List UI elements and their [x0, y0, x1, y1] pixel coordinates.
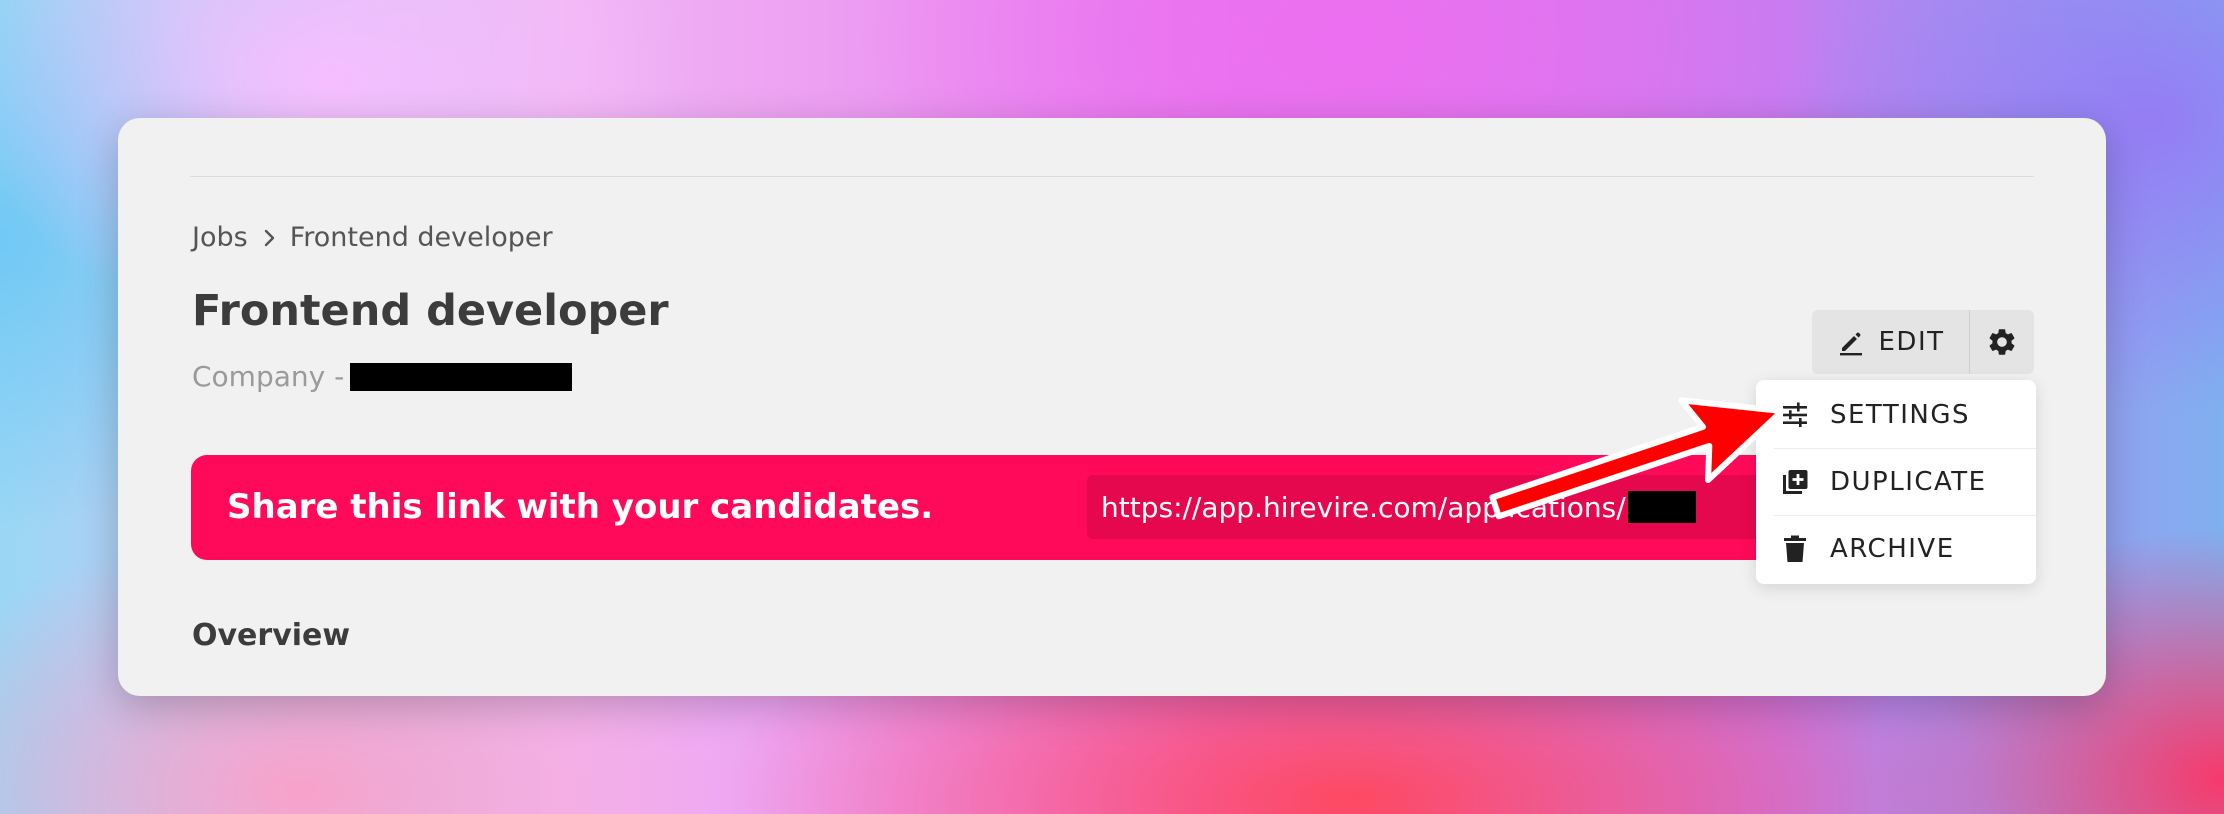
redacted-company-name — [350, 362, 573, 391]
top-divider — [190, 176, 2034, 177]
share-link-url: https://app.hirevire.com/applications/ — [1101, 490, 1626, 524]
menu-item-label: SETTINGS — [1830, 400, 1971, 430]
edit-button-label: EDIT — [1878, 327, 1945, 357]
sliders-icon — [1780, 400, 1810, 430]
chevron-right-icon — [264, 228, 276, 248]
company-line: Company - — [192, 360, 573, 393]
share-link-field[interactable]: https://app.hirevire.com/applications/ — [1087, 475, 1827, 539]
share-link-banner: Share this link with your candidates. ht… — [191, 455, 1911, 560]
breadcrumb-item-jobs[interactable]: Jobs — [192, 222, 248, 253]
menu-item-archive[interactable]: ARCHIVE — [1756, 516, 2036, 582]
settings-gear-button[interactable] — [1970, 310, 2034, 374]
duplicate-icon — [1780, 467, 1810, 497]
redacted-link-id — [1627, 491, 1696, 523]
job-detail-card: Jobs Frontend developer Frontend develop… — [118, 118, 2106, 696]
breadcrumb: Jobs Frontend developer — [192, 222, 553, 253]
company-label: Company - — [192, 360, 345, 393]
overview-heading: Overview — [192, 618, 351, 653]
trash-icon — [1780, 534, 1810, 564]
menu-item-label: ARCHIVE — [1830, 534, 1955, 564]
share-link-text: Share this link with your candidates. — [227, 487, 934, 527]
job-actions-group: EDIT — [1812, 310, 2034, 374]
page-title: Frontend developer — [192, 286, 669, 336]
menu-item-label: DUPLICATE — [1830, 467, 1987, 497]
breadcrumb-item-current: Frontend developer — [289, 222, 553, 253]
menu-item-settings[interactable]: SETTINGS — [1756, 382, 2036, 448]
pencil-icon — [1837, 328, 1865, 356]
job-actions-dropdown: SETTINGS DUPLICATE ARCHIVE — [1756, 380, 2036, 584]
edit-button[interactable]: EDIT — [1812, 310, 1970, 374]
menu-item-duplicate[interactable]: DUPLICATE — [1756, 449, 2036, 515]
gear-icon — [1986, 326, 2018, 358]
